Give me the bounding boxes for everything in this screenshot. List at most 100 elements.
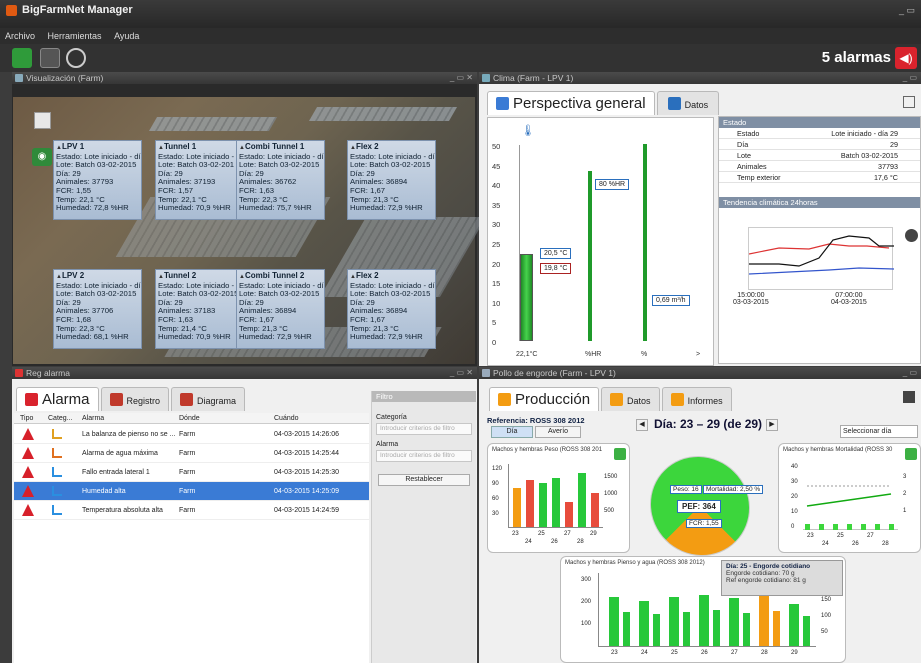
timer-icon[interactable] [66, 48, 86, 68]
alarm-text: La balanza de pienso no se ... [82, 431, 176, 438]
estado-row: Estado Lote iniciado - día 29 [719, 128, 920, 139]
col-donde[interactable]: Dónde [179, 415, 200, 422]
menu-archivo[interactable]: Archivo [0, 28, 40, 44]
alarm-when: 04-03-2015 14:25:30 [274, 469, 339, 476]
select-day-dropdown[interactable]: Seleccionar día [840, 425, 918, 438]
house-card[interactable]: LPV 1Estado: Lote iniciado - díaLote: Ba… [53, 140, 142, 220]
estado-panel: Estado Estado Lote iniciado - día 29 Día 29… [718, 116, 921, 364]
house-info-line: Humedad: 72,9 %HR [350, 332, 423, 342]
tab-alarma[interactable]: Alarma [16, 387, 99, 411]
weight-bar [591, 492, 599, 527]
feed-bar [609, 597, 619, 646]
panel-controls[interactable]: _ ▭ [903, 367, 917, 379]
col-alarma[interactable]: Alarma [82, 415, 104, 422]
filter-category-input[interactable]: Introducir criterios de filtro [376, 423, 472, 435]
alarm-category-icon [52, 429, 62, 439]
x-tick: 27 [564, 531, 571, 537]
estado-value: 29 [890, 140, 898, 149]
eye-icon[interactable]: ◉ [32, 148, 52, 166]
day-button[interactable]: Día [491, 426, 533, 438]
alarm-when: 04-03-2015 14:24:59 [274, 507, 339, 514]
info-icon [667, 97, 681, 110]
app-icon [6, 5, 17, 16]
alarm-row[interactable]: Humedad alta Farm 04-03-2015 14:25:09 [14, 482, 369, 501]
x-tick: 25 [538, 531, 545, 537]
estado-row: Lote Batch 03-02-2015 [719, 150, 920, 161]
col-cuando[interactable]: Cuándo [274, 415, 299, 422]
water-bar [743, 612, 750, 646]
alarm-count[interactable]: 5 alarmas [822, 49, 891, 66]
gauge-label: > [696, 351, 701, 358]
tab-label: Datos [684, 100, 709, 110]
alarm-speaker-icon[interactable]: ◀) [895, 47, 917, 69]
edit-icon[interactable] [614, 448, 626, 460]
alarm-row[interactable]: La balanza de pienso no se ... Farm 04-03-… [14, 425, 369, 444]
panel-controls[interactable]: _ ▭ ✕ [450, 72, 473, 84]
house-card[interactable]: Flex 2Estado: Lote iniciado - día 29Lote… [347, 269, 436, 349]
house-card[interactable]: LPV 2Estado: Lote iniciado - díaLote: Ba… [53, 269, 142, 349]
y-tick: 10 [791, 509, 798, 515]
chicken-icon [482, 369, 490, 377]
tab-produccion[interactable]: Producción [489, 387, 600, 411]
export-icon[interactable] [903, 391, 915, 403]
clock-icon[interactable] [905, 229, 918, 242]
alarm-row[interactable]: Alarma de agua máxima Farm 04-03-2015 14:2… [14, 444, 369, 463]
filter-title: Filtro [372, 391, 476, 402]
prev-day-icon[interactable]: ◀ [636, 419, 648, 431]
grid-view-icon[interactable] [12, 48, 32, 68]
trend-x-label: 07:00:00 04-03-2015 [831, 292, 867, 306]
y2-tick: 1500 [604, 474, 618, 480]
panel-controls[interactable]: _ ▭ [903, 72, 917, 84]
climate-icon [482, 74, 490, 82]
alarm-type-icon [22, 485, 34, 497]
farm-panel-title: Visualización (Farm) _ ▭ ✕ [12, 72, 477, 84]
house-card[interactable]: Tunnel 2Estado: Lote iniciado - día 29Lo… [155, 269, 244, 349]
menu-herramientas[interactable]: Herramientas [43, 28, 107, 44]
house-card[interactable]: Combi Tunnel 1Estado: Lote iniciado - dí… [236, 140, 325, 220]
tooltip-title: Día: 25 - Engorde cotidiano [726, 563, 811, 570]
average-button[interactable]: Averío [535, 426, 581, 438]
title-bar: BigFarmNet Manager _ ▭ Archivo Herramien… [0, 0, 921, 44]
tab-registro[interactable]: Registro [100, 387, 170, 411]
edit-icon[interactable] [905, 448, 917, 460]
tab-perspectiva[interactable]: Perspectiva general [487, 91, 655, 115]
x-tick: 28 [882, 541, 889, 547]
feed-bar [789, 603, 799, 646]
estado-key: Lote [737, 151, 751, 160]
house-card[interactable]: Tunnel 1Estado: Lote iniciado - día 29Lo… [155, 140, 244, 220]
col-tipo[interactable]: Tipo [20, 415, 33, 422]
filter-alarm-input[interactable]: Introducir criterios de filtro [376, 450, 472, 462]
y-tick: 60 [492, 496, 499, 502]
estado-key: Día [737, 140, 749, 149]
settings-icon[interactable] [903, 96, 915, 108]
y2-tick: 3 [903, 474, 907, 480]
temperature-bar [520, 254, 533, 341]
col-categoria[interactable]: Categ... [48, 415, 73, 422]
chart-tooltip: Día: 25 - Engorde cotidiano Engorde coti… [721, 560, 843, 596]
next-day-icon[interactable]: ▶ [766, 419, 778, 431]
tab-prod-datos[interactable]: Datos [601, 387, 660, 411]
feed-bar [759, 596, 769, 646]
y2-tick: 1 [903, 508, 907, 514]
chart-icon [180, 393, 194, 406]
panel-controls[interactable]: _ ▭ ✕ [450, 367, 473, 379]
window-controls-icon[interactable]: _ ▭ [899, 5, 915, 16]
house-icon[interactable] [40, 48, 60, 68]
clima-panel-title: Clima (Farm - LPV 1) _ ▭ [479, 72, 921, 84]
reset-button[interactable]: Restablecer [378, 474, 470, 486]
alarm-row[interactable]: Temperatura absoluta alta Farm 04-03-2015 … [14, 501, 369, 520]
map-toggle-button[interactable] [34, 112, 51, 129]
estado-row: Día 29 [719, 139, 920, 150]
menu-ayuda[interactable]: Ayuda [109, 28, 144, 44]
tab-diagrama[interactable]: Diagrama [171, 387, 246, 411]
x-tick: 24 [822, 541, 829, 547]
prod-tabs: Producción Datos Informes [489, 387, 734, 411]
tab-informes[interactable]: Informes [661, 387, 732, 411]
house-card[interactable]: Combi Tunnel 2Estado: Lote iniciado - dí… [236, 269, 325, 349]
house-card[interactable]: Flex 2Estado: Lote iniciado - día 29Lote… [347, 140, 436, 220]
water-bar [803, 616, 810, 646]
tab-datos[interactable]: Datos [656, 91, 720, 115]
alarm-row[interactable]: Fallo entrada lateral 1 Farm 04-03-2015 14… [14, 463, 369, 482]
water-bar [713, 610, 720, 646]
pie-mortality: Mortalidad: 2,50 % [703, 485, 764, 494]
